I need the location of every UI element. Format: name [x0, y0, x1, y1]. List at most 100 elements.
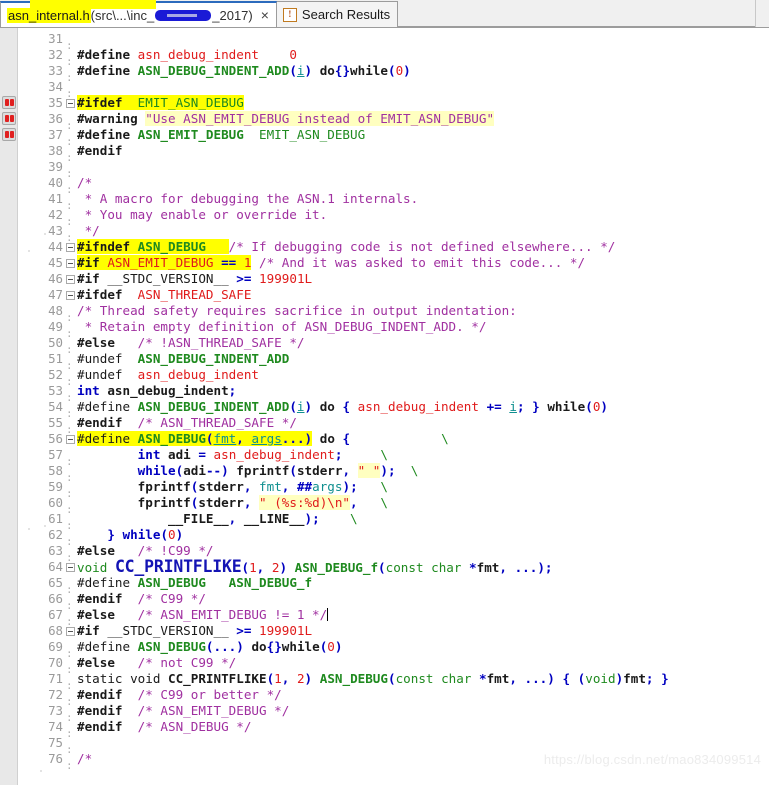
- line-number: 72: [48, 687, 63, 702]
- line-number: 35: [48, 95, 63, 110]
- tab-top-highlight: [30, 0, 156, 9]
- line-number: 54: [48, 399, 63, 414]
- line-content: __FILE__, __LINE__); \: [168, 511, 358, 526]
- line-number: 74: [48, 719, 63, 734]
- line-content: #define ASN_DEBUG(...) do{}while(0): [77, 639, 343, 654]
- code-line: 35 #ifdef EMIT_ASN_DEBUG: [18, 95, 769, 111]
- line-content: #if ASN_EMIT_DEBUG == 1 /* And it was as…: [77, 255, 586, 270]
- line-number: 68: [48, 623, 63, 638]
- code-line: 53 int asn_debug_indent;: [18, 383, 769, 406]
- line-content: #endif /* ASN_DEBUG */: [77, 719, 252, 734]
- line-number: 47: [48, 287, 63, 302]
- code-line: 71 static void CC_PRINTFLIKE(1, 2) ASN_DE…: [18, 671, 769, 694]
- line-number: 62: [48, 527, 63, 542]
- fold-gutter[interactable]: [64, 559, 77, 575]
- line-content: #define asn_debug_indent 0: [77, 47, 297, 62]
- bookmark-icon[interactable]: [2, 128, 16, 141]
- line-number: 48: [48, 303, 63, 318]
- line-content: #define ASN_DEBUG_INDENT_ADD(i) do{}whil…: [77, 63, 411, 78]
- line-content: * You may enable or override it.: [77, 207, 328, 222]
- line-content: /*: [77, 175, 93, 190]
- collapse-icon[interactable]: [66, 290, 75, 300]
- line-number: 66: [48, 591, 63, 606]
- line-content: void CC_PRINTFLIKE(1, 2) ASN_DEBUG_f(con…: [77, 556, 553, 576]
- code-line: 32 #define asn_debug_indent 0: [18, 47, 769, 70]
- code-line: 31: [18, 31, 769, 54]
- line-number: 50: [48, 335, 63, 350]
- line-content: #else /* not C99 */: [77, 655, 237, 670]
- collapse-icon[interactable]: [66, 274, 75, 284]
- line-content: while(adi--) fprintf(stderr, " "); \: [137, 463, 419, 478]
- line-number: 43: [48, 223, 63, 238]
- line-content: * Retain empty definition of ASN_DEBUG_I…: [77, 319, 487, 334]
- line-number: 36: [48, 111, 63, 126]
- bookmark-icon[interactable]: [2, 96, 16, 109]
- line-number: 70: [48, 655, 63, 670]
- code-line: 37 #define ASN_EMIT_DEBUG EMIT_ASN_DEBUG: [18, 127, 769, 150]
- watermark: https://blog.csdn.net/mao834099514: [543, 752, 761, 767]
- fold-gutter[interactable]: [64, 623, 77, 639]
- code-editor[interactable]: 31 32 #define asn_debug_indent 0 33 #defin…: [0, 28, 769, 785]
- code-line: 34: [18, 79, 769, 102]
- line-number: 56: [48, 431, 63, 446]
- code-line: 44 #ifndef ASN_DEBUG /* If debugging code…: [18, 239, 769, 255]
- line-content: */: [77, 223, 100, 238]
- line-number: 52: [48, 367, 63, 382]
- collapse-icon[interactable]: [66, 242, 75, 252]
- line-number: 71: [48, 671, 63, 686]
- line-number: 45: [48, 255, 63, 270]
- code-line: 55 #endif /* ASN_THREAD_SAFE */: [18, 415, 769, 438]
- code-line: 57 int adi = asn_debug_indent; \: [18, 447, 769, 470]
- code-line: 59 fprintf(stderr, fmt, ##args); \: [18, 479, 769, 502]
- collapse-icon[interactable]: [66, 562, 75, 572]
- fold-gutter[interactable]: [64, 287, 77, 303]
- line-number: 42: [48, 207, 63, 222]
- line-number: 76: [48, 751, 63, 766]
- line-number: 55: [48, 415, 63, 430]
- line-number: 51: [48, 351, 63, 366]
- line-content: int asn_debug_indent;: [77, 383, 237, 398]
- line-content: #endif: [77, 143, 123, 158]
- collapse-icon[interactable]: [66, 626, 75, 636]
- code-line: 42 * You may enable or override it.: [18, 207, 769, 230]
- line-content: #define ASN_DEBUG(fmt, args...) do { \: [77, 431, 449, 446]
- breakpoint-gutter[interactable]: [0, 28, 18, 785]
- tab-search-results[interactable]: ! Search Results: [275, 1, 399, 27]
- tab-file-name: asn_internal.h: [7, 7, 91, 23]
- code-line: 40 /*: [18, 175, 769, 198]
- line-number: 63: [48, 543, 63, 558]
- fold-gutter[interactable]: [64, 431, 77, 447]
- collapse-icon[interactable]: [66, 98, 75, 108]
- code-lines[interactable]: 31 32 #define asn_debug_indent 0 33 #defin…: [18, 28, 769, 785]
- fold-gutter[interactable]: [64, 239, 77, 255]
- line-content: #define ASN_EMIT_DEBUG EMIT_ASN_DEBUG: [77, 127, 366, 142]
- line-number: 75: [48, 735, 63, 750]
- line-number: 49: [48, 319, 63, 334]
- line-number: 40: [48, 175, 63, 190]
- fold-gutter[interactable]: [64, 271, 77, 287]
- fold-gutter[interactable]: [64, 255, 77, 271]
- code-line: 45 #if ASN_EMIT_DEBUG == 1 /* And it was …: [18, 255, 769, 271]
- line-number: 57: [48, 447, 63, 462]
- tab-bar-filler: [398, 0, 755, 27]
- close-icon[interactable]: ×: [261, 7, 269, 23]
- line-number: 59: [48, 479, 63, 494]
- code-line: 74 #endif /* ASN_DEBUG */: [18, 719, 769, 742]
- collapse-icon[interactable]: [66, 434, 75, 444]
- code-line: 64 void CC_PRINTFLIKE(1, 2) ASN_DEBUG_f(c…: [18, 556, 769, 576]
- code-line: 52 #undef asn_debug_indent: [18, 367, 769, 390]
- collapse-icon[interactable]: [66, 258, 75, 268]
- code-line: 48 /* Thread safety requires sacrifice in…: [18, 303, 769, 326]
- code-line: 33 #define ASN_DEBUG_INDENT_ADD(i) do{}wh…: [18, 63, 769, 86]
- line-content: #undef asn_debug_indent: [77, 367, 259, 382]
- code-line: 68 #if __STDC_VERSION__ >= 199901L: [18, 623, 769, 639]
- line-content: #ifdef EMIT_ASN_DEBUG: [77, 95, 244, 110]
- tab-path-suffix: _2017): [212, 7, 253, 23]
- line-number: 33: [48, 63, 63, 78]
- code-line: 67 #else /* ASN_EMIT_DEBUG != 1 */: [18, 607, 769, 630]
- bookmark-icon[interactable]: [2, 112, 16, 125]
- code-line: 62 } while(0): [18, 527, 769, 550]
- fold-gutter[interactable]: [64, 95, 77, 111]
- line-number: 38: [48, 143, 63, 158]
- line-number: 73: [48, 703, 63, 718]
